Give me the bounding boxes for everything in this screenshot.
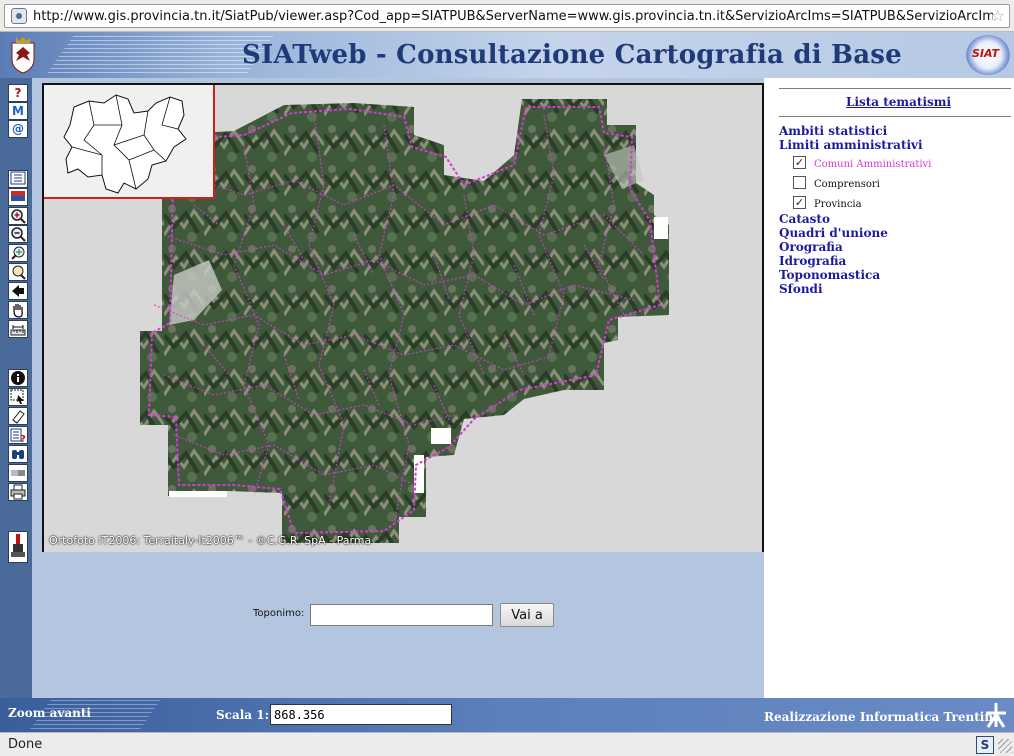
layer-checkbox-comuni[interactable]: ✓ [793, 156, 806, 169]
nodata-patch [169, 491, 227, 497]
url-field[interactable]: http://www.gis.provincia.tn.it/SiatPub/v… [4, 4, 1010, 28]
search-label: Toponimo: [253, 608, 305, 619]
print-icon[interactable] [8, 483, 28, 501]
layers-icon[interactable] [8, 188, 28, 206]
svg-text:?: ? [20, 434, 26, 443]
header-decoration [46, 36, 274, 74]
scale-label: Scala 1: [216, 708, 270, 722]
layer-label-comuni[interactable]: Comuni Amministrativi [814, 159, 931, 170]
overview-map[interactable] [44, 85, 215, 199]
find-icon[interactable] [8, 445, 28, 463]
clear-icon[interactable] [8, 407, 28, 425]
select-icon[interactable] [8, 388, 28, 406]
layer-label-provincia[interactable]: Provincia [814, 199, 862, 210]
active-tool-status: Zoom avanti [8, 706, 91, 720]
pan-icon[interactable] [8, 301, 28, 319]
siat-logo: SIAT [966, 35, 1010, 75]
identify-icon[interactable] [8, 369, 28, 387]
footer-bar: Zoom avanti Scala 1: Realizzazione Infor… [0, 698, 1014, 732]
help-icon[interactable]: ? [8, 84, 28, 102]
divider [779, 116, 1011, 117]
siat-logo-text: SIAT [972, 47, 999, 60]
s-icon[interactable]: S [976, 736, 994, 754]
zoom-out-icon[interactable] [8, 225, 28, 243]
zoom-layer-icon[interactable] [8, 263, 28, 281]
status-text: Done [8, 737, 43, 752]
layer-checkbox-provincia[interactable]: ✓ [793, 196, 806, 209]
category-idrografia[interactable]: Idrografia [779, 254, 846, 268]
scale-input[interactable] [270, 704, 452, 725]
query-icon[interactable]: ? [8, 426, 28, 444]
browser-status-bar: Done S [0, 732, 1014, 756]
tool-icon[interactable] [8, 531, 28, 563]
header-banner: SIATweb - Consultazione Cartografia di B… [0, 32, 1014, 78]
nodata-patch [654, 217, 668, 239]
layer-list-title[interactable]: Lista tematismi [846, 95, 951, 109]
zoom-full-icon[interactable] [8, 244, 28, 262]
category-ambiti-statistici[interactable]: Ambiti statistici [779, 124, 887, 138]
category-orografia[interactable]: Orografia [779, 240, 843, 254]
map-toolbar: ? M @ ? [0, 78, 32, 698]
map-copyright: Ortofoto IT2006: Terraitaly-It2006™ - ©C… [49, 534, 372, 547]
layer-label-comprensori[interactable]: Comprensori [814, 179, 880, 190]
page-title: SIATweb - Consultazione Cartografia di B… [242, 40, 902, 70]
informatica-trentina-logo-icon [986, 703, 1006, 728]
divider [779, 88, 1011, 89]
crest-icon [11, 37, 35, 74]
go-button[interactable]: Vai a [500, 603, 554, 627]
map-view[interactable]: Ortofoto IT2006: Terraitaly-It2006™ - ©C… [42, 83, 764, 552]
layer-panel: Lista tematismi Ambiti statistici Limiti… [764, 78, 1014, 698]
layer-checkbox-comprensori[interactable] [793, 176, 806, 189]
browser-address-bar: http://www.gis.provincia.tn.it/SiatPub/v… [0, 0, 1014, 32]
category-limiti-amministrativi[interactable]: Limiti amministrativi [779, 138, 923, 152]
back-icon[interactable] [8, 282, 28, 300]
m-icon[interactable]: M [8, 102, 28, 120]
category-toponomastica[interactable]: Toponomastica [779, 268, 880, 282]
site-icon [11, 8, 27, 24]
credit-text: Realizzazione Informatica Trentina [764, 710, 1001, 724]
legend-icon[interactable] [8, 170, 28, 188]
category-quadri-unione[interactable]: Quadri d'unione [779, 226, 888, 240]
nodata-patch [431, 428, 451, 444]
url-text: http://www.gis.provincia.tn.it/SiatPub/v… [33, 9, 993, 24]
bookmark-star-icon[interactable]: ☆ [991, 6, 1005, 25]
category-catasto[interactable]: Catasto [779, 212, 830, 226]
category-sfondi[interactable]: Sfondi [779, 282, 823, 296]
overview-province-outline [63, 94, 187, 194]
buffer-icon[interactable] [8, 464, 28, 482]
orthophoto-area [140, 99, 669, 543]
search-input[interactable] [310, 604, 493, 626]
resize-grip-icon[interactable] [998, 739, 1012, 753]
measure-icon[interactable] [8, 320, 28, 338]
zoom-in-icon[interactable] [8, 207, 28, 225]
email-icon[interactable]: @ [8, 120, 28, 138]
